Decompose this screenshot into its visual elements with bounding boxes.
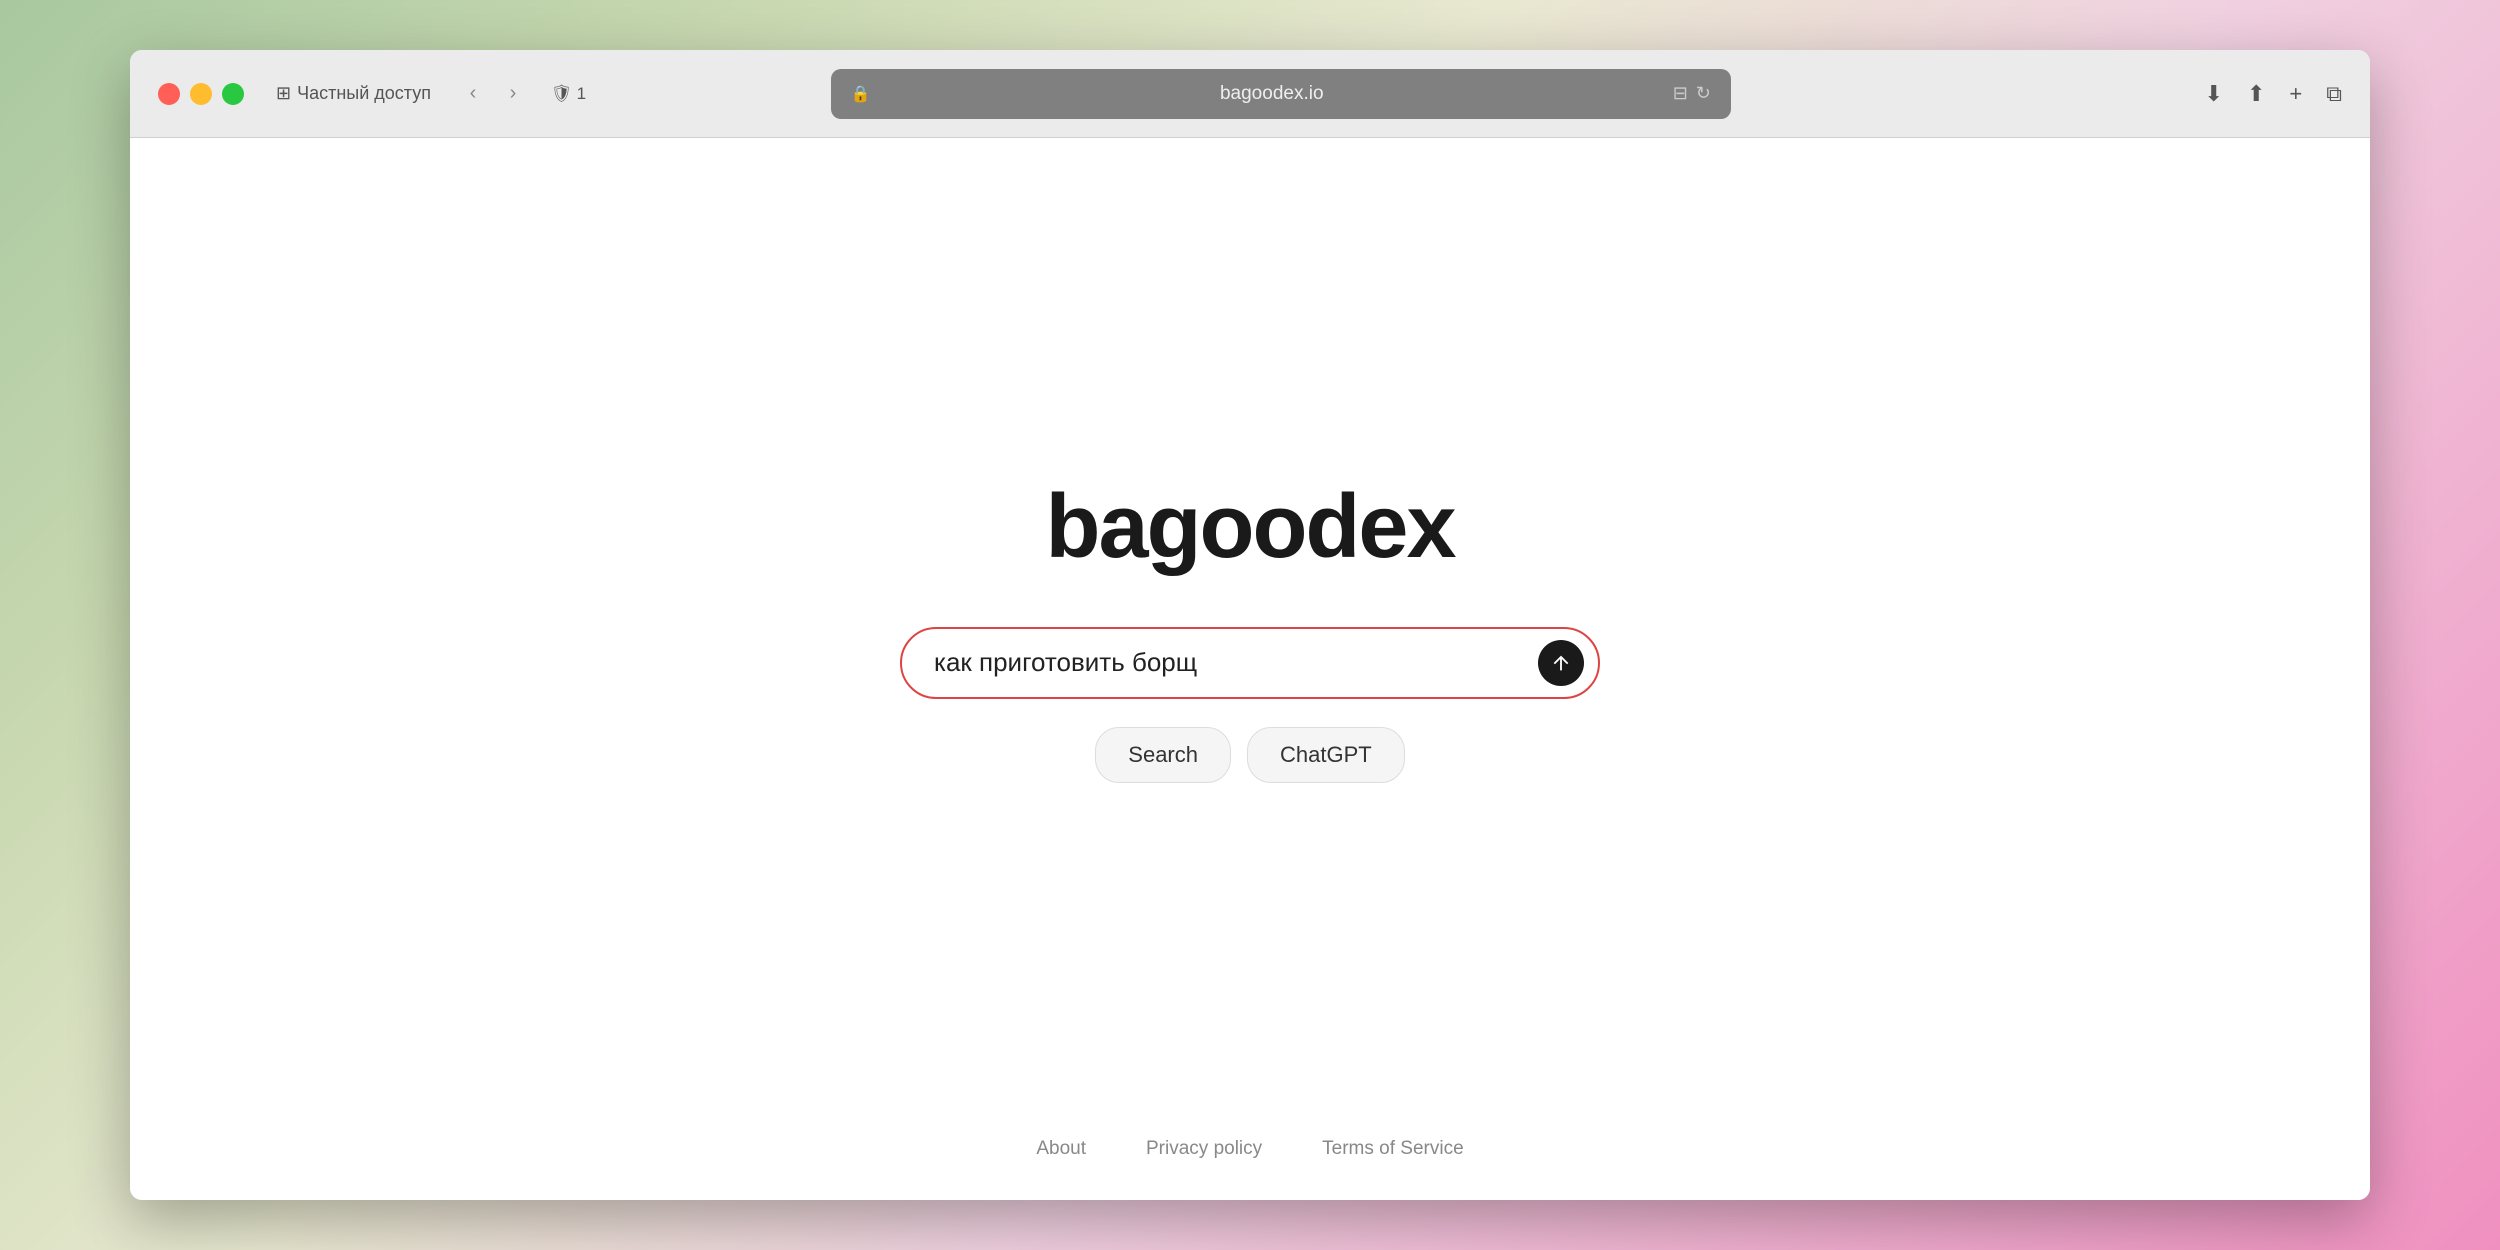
chatgpt-button[interactable]: ChatGPT	[1247, 727, 1405, 783]
search-button[interactable]: Search	[1095, 727, 1231, 783]
download-icon[interactable]: ⬇	[2205, 81, 2223, 107]
nav-buttons: ‹ ›	[455, 76, 531, 112]
maximize-button[interactable]	[222, 83, 244, 105]
tabs-icon[interactable]: ⧉	[2326, 81, 2342, 107]
privacy-link[interactable]: Privacy policy	[1146, 1138, 1262, 1160]
action-buttons: Search ChatGPT	[1095, 727, 1404, 783]
reload-icon[interactable]: ↻	[1696, 83, 1711, 104]
minimize-button[interactable]	[190, 83, 212, 105]
translate-icon[interactable]: ⊟	[1673, 83, 1688, 104]
address-text: bagoodex.io	[879, 83, 1665, 105]
sidebar-icon: ⊞	[276, 83, 291, 104]
about-link[interactable]: About	[1036, 1138, 1086, 1160]
share-icon[interactable]: ⬆	[2247, 81, 2265, 107]
close-button[interactable]	[158, 83, 180, 105]
traffic-lights	[158, 83, 244, 105]
search-input-wrapper	[900, 627, 1600, 699]
browser-window: ⊞ Частный доступ ‹ › 🛡 1 🔒 bagoodex.io ⊟…	[130, 50, 2370, 1200]
new-tab-icon[interactable]: +	[2289, 81, 2302, 107]
search-input[interactable]	[900, 627, 1600, 699]
title-bar: ⊞ Частный доступ ‹ › 🛡 1 🔒 bagoodex.io ⊟…	[130, 50, 2370, 138]
shield-badge[interactable]: 🛡 1	[551, 84, 586, 104]
address-bar[interactable]: 🔒 bagoodex.io ⊟ ↻	[831, 69, 1731, 119]
lock-icon: 🔒	[851, 84, 871, 104]
private-label: Частный доступ	[297, 83, 431, 104]
footer: About Privacy policy Terms of Service	[1036, 1138, 1463, 1160]
site-logo: bagoodex	[1045, 476, 1454, 579]
shield-count: 1	[577, 84, 586, 104]
main-content: bagoodex Search ChatGPT	[900, 476, 1600, 783]
forward-button[interactable]: ›	[495, 76, 531, 112]
toolbar-right: ⬇ ⬆ + ⧉	[2205, 81, 2342, 107]
sidebar-toggle[interactable]: ⊞ Частный доступ	[276, 83, 431, 104]
address-bar-inner: 🔒 bagoodex.io ⊟ ↻	[831, 69, 1731, 119]
terms-link[interactable]: Terms of Service	[1322, 1138, 1463, 1160]
content-area: bagoodex Search ChatGPT	[130, 138, 2370, 1200]
search-section: Search ChatGPT	[900, 627, 1600, 783]
arrow-up-icon	[1550, 652, 1572, 674]
back-button[interactable]: ‹	[455, 76, 491, 112]
search-submit-button[interactable]	[1538, 640, 1584, 686]
shield-icon: 🛡	[551, 84, 573, 104]
